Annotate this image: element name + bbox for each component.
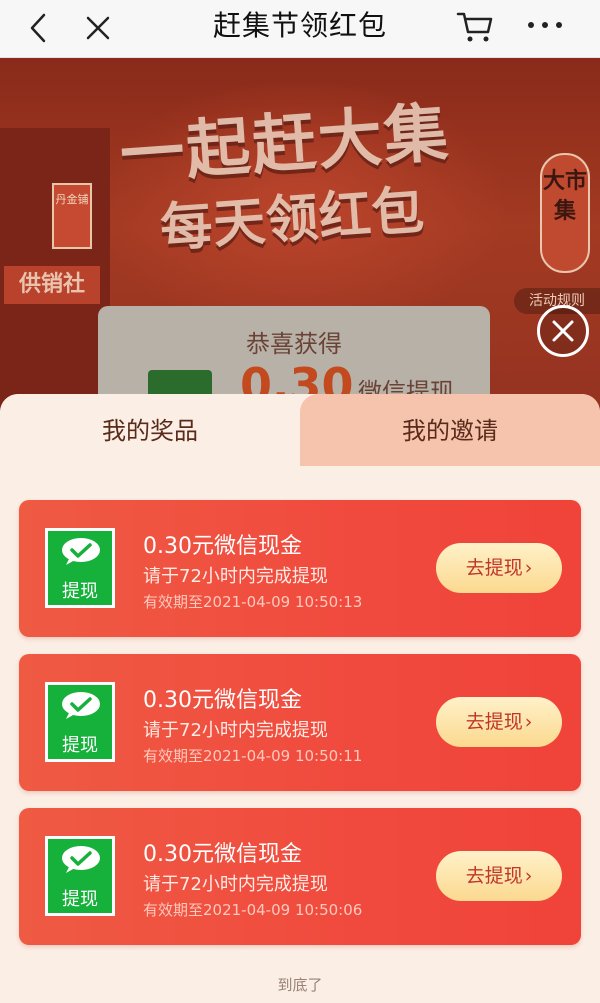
- prize-subtitle: 请于72小时内完成提现: [143, 720, 328, 741]
- badge-label: 提现: [62, 735, 98, 756]
- market-sign: 大市集: [540, 153, 590, 273]
- cart-icon[interactable]: [455, 8, 495, 44]
- withdraw-button-label: 去提现: [465, 865, 523, 887]
- prize-card: 提现 0.30元微信现金 请于72小时内完成提现 有效期至2021-04-09 …: [19, 654, 581, 791]
- prize-subtitle: 请于72小时内完成提现: [143, 874, 328, 895]
- wechat-check-icon: [62, 538, 100, 565]
- prize-card: 提现 0.30元微信现金 请于72小时内完成提现 有效期至2021-04-09 …: [19, 500, 581, 637]
- withdraw-button-label: 去提现: [465, 557, 523, 579]
- badge-label: 提现: [62, 581, 98, 602]
- prize-title: 0.30元微信现金: [143, 534, 302, 559]
- back-arrow-icon[interactable]: [22, 10, 58, 46]
- more-menu-icon[interactable]: [522, 10, 568, 40]
- close-icon[interactable]: [80, 10, 116, 46]
- wechat-check-icon: [62, 846, 100, 873]
- prize-expiry: 有效期至2021-04-09 10:50:13: [143, 593, 363, 611]
- prize-title: 0.30元微信现金: [143, 842, 302, 867]
- tab-my-invites[interactable]: 我的邀请: [300, 394, 600, 466]
- badge-label: 提现: [62, 889, 98, 910]
- congrats-text: 恭喜获得: [246, 330, 342, 358]
- prize-title: 0.30元微信现金: [143, 688, 302, 713]
- close-popup-button[interactable]: [537, 305, 589, 357]
- prize-card: 提现 0.30元微信现金 请于72小时内完成提现 有效期至2021-04-09 …: [19, 808, 581, 945]
- prize-sheet: 我的邀请 我的奖品 提现 0.30元微信现金 请于72小时内完成提现 有效期至2…: [0, 394, 600, 1003]
- wechat-badge: 提现: [45, 528, 115, 608]
- supply-coop-sign: 供销社: [4, 266, 100, 304]
- prize-expiry: 有效期至2021-04-09 10:50:11: [143, 747, 363, 765]
- top-nav-bar: 赶集节领红包: [0, 0, 600, 58]
- wechat-badge: 提现: [45, 836, 115, 916]
- chevron-right-icon: ›: [524, 557, 533, 579]
- chevron-right-icon: ›: [524, 711, 533, 733]
- vertical-shop-sign: 丹金铺: [52, 183, 92, 249]
- prize-subtitle: 请于72小时内完成提现: [143, 566, 328, 587]
- prize-expiry: 有效期至2021-04-09 10:50:06: [143, 901, 363, 919]
- chevron-right-icon: ›: [524, 865, 533, 887]
- withdraw-button[interactable]: 去提现 ›: [436, 697, 562, 747]
- withdraw-button[interactable]: 去提现 ›: [436, 543, 562, 593]
- wechat-check-icon: [62, 692, 100, 719]
- wechat-badge: 提现: [45, 682, 115, 762]
- end-of-list-note: 到底了: [277, 976, 323, 994]
- sheet-tabs: 我的邀请 我的奖品: [0, 394, 600, 466]
- withdraw-button-label: 去提现: [465, 711, 523, 733]
- prize-list: 提现 0.30元微信现金 请于72小时内完成提现 有效期至2021-04-09 …: [0, 466, 600, 1003]
- tab-my-prizes[interactable]: 我的奖品: [0, 394, 300, 466]
- page-title: 赶集节领红包: [212, 9, 387, 42]
- withdraw-button[interactable]: 去提现 ›: [436, 851, 562, 901]
